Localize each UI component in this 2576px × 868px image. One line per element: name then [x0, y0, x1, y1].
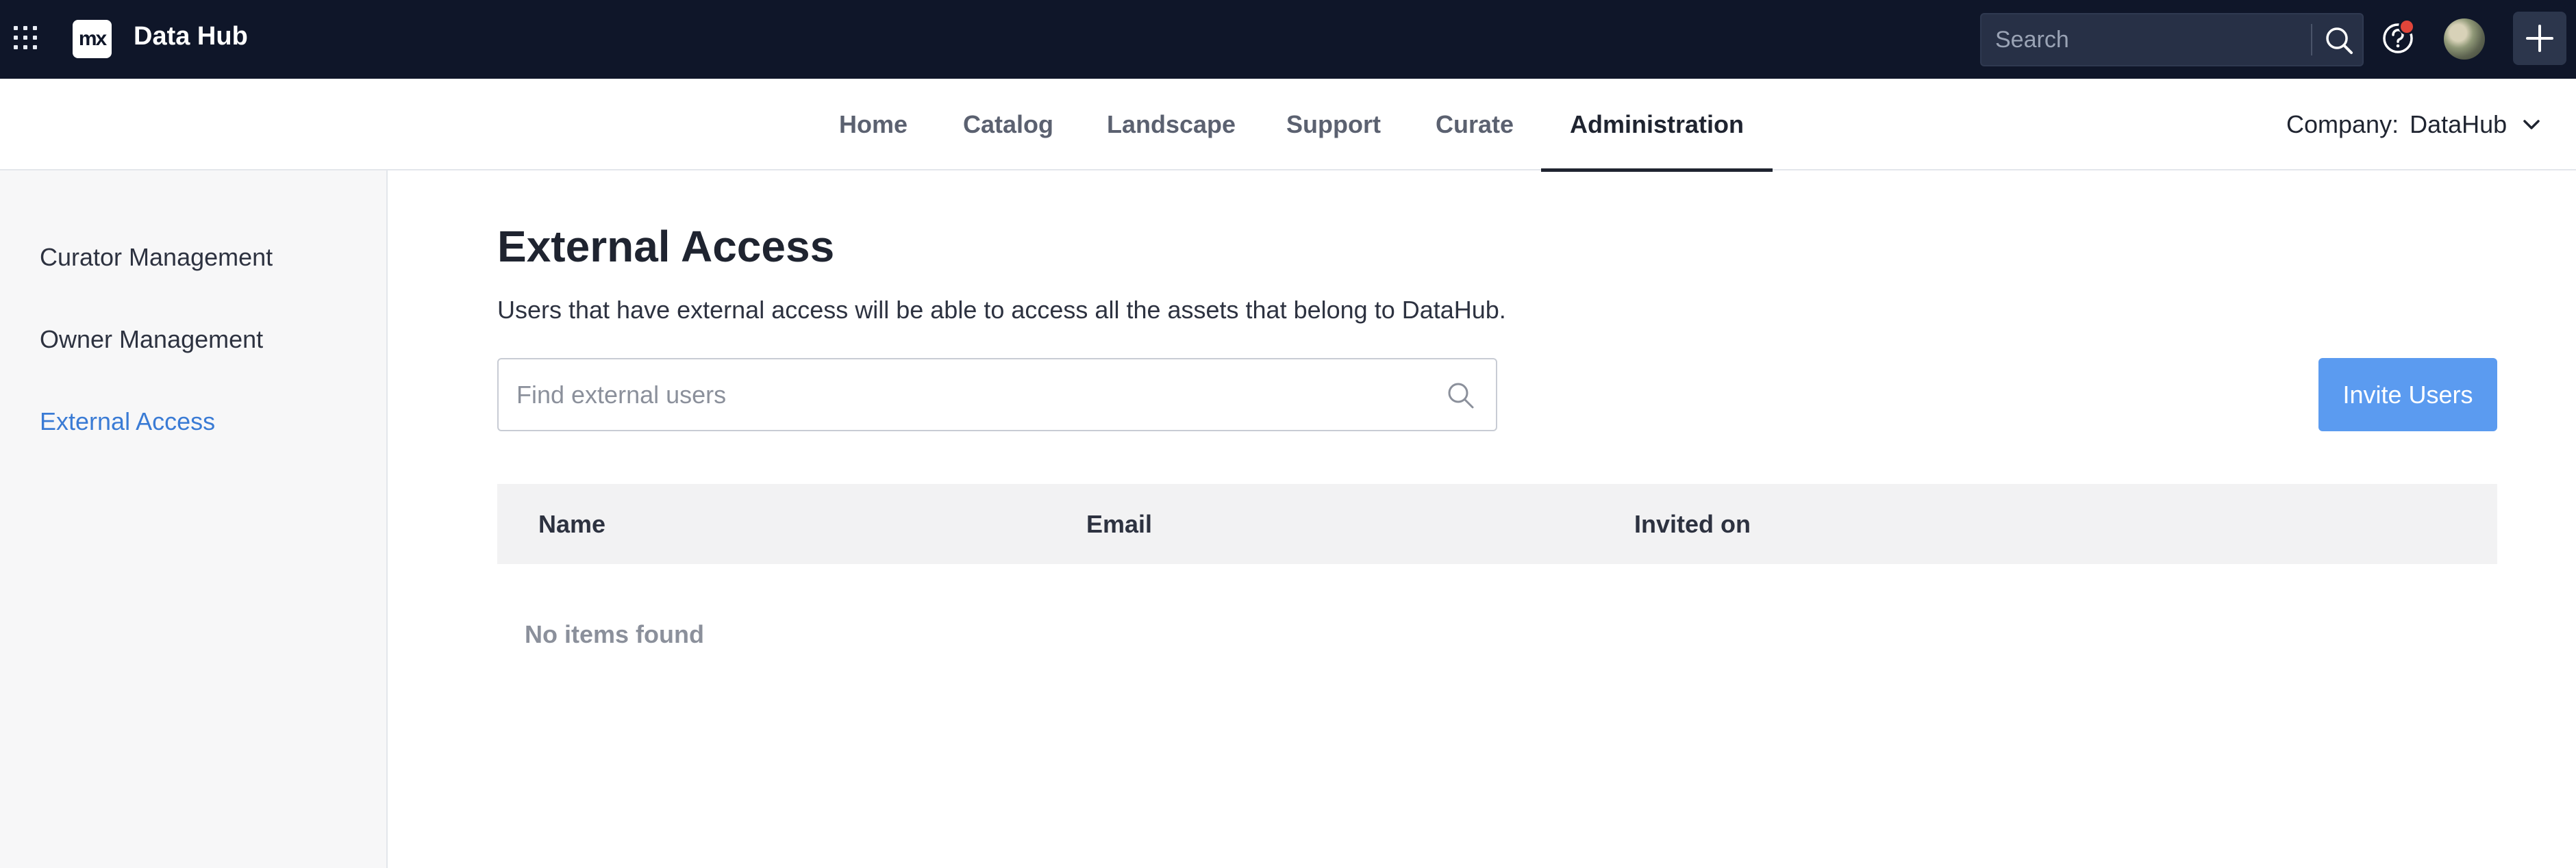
company-selector[interactable]: Company: DataHub: [2286, 79, 2541, 170]
plus-icon: [2526, 25, 2553, 52]
nav-landscape[interactable]: Landscape: [1099, 79, 1243, 170]
sidebar-item-curator-management[interactable]: Curator Management: [40, 243, 273, 272]
search-icon[interactable]: [1445, 380, 1477, 411]
invite-users-button[interactable]: Invite Users: [2318, 358, 2497, 431]
page-title: External Access: [497, 222, 835, 271]
global-search: [1980, 13, 2364, 66]
empty-state-message: No items found: [525, 620, 704, 648]
notification-badge: [2399, 18, 2415, 35]
mx-logo[interactable]: mx: [73, 20, 112, 58]
top-bar: mx Data Hub: [0, 0, 2576, 79]
admin-sidebar: Curator Management Owner Management Exte…: [0, 170, 388, 868]
app-name[interactable]: Data Hub: [134, 22, 248, 51]
nav-home[interactable]: Home: [829, 79, 918, 170]
search-icon[interactable]: [2322, 24, 2358, 57]
nav-administration[interactable]: Administration: [1541, 79, 1773, 172]
nav-catalog[interactable]: Catalog: [952, 79, 1064, 170]
column-header-email[interactable]: Email: [1086, 484, 1152, 564]
company-value: DataHub: [2410, 110, 2508, 138]
column-header-invited-on[interactable]: Invited on: [1634, 484, 1751, 564]
find-users-search: [497, 358, 1497, 431]
sidebar-item-external-access[interactable]: External Access: [40, 407, 215, 436]
nav-support[interactable]: Support: [1278, 79, 1389, 170]
avatar[interactable]: [2444, 18, 2485, 60]
page-description: Users that have external access will be …: [497, 296, 1506, 324]
search-divider: [2311, 24, 2312, 55]
main-nav: Home Catalog Landscape Support Curate Ad…: [0, 79, 2576, 172]
table-header: Name Email Invited on: [497, 484, 2497, 564]
apps-grid-icon[interactable]: [14, 26, 37, 49]
add-button[interactable]: [2513, 12, 2566, 65]
global-search-input[interactable]: [1995, 14, 2297, 65]
company-label: Company:: [2286, 110, 2399, 138]
find-users-input[interactable]: [516, 359, 1434, 430]
sidebar-item-owner-management[interactable]: Owner Management: [40, 325, 263, 354]
chevron-down-icon: [2523, 120, 2540, 129]
nav-curate[interactable]: Curate: [1425, 79, 1525, 170]
column-header-name[interactable]: Name: [538, 484, 605, 564]
